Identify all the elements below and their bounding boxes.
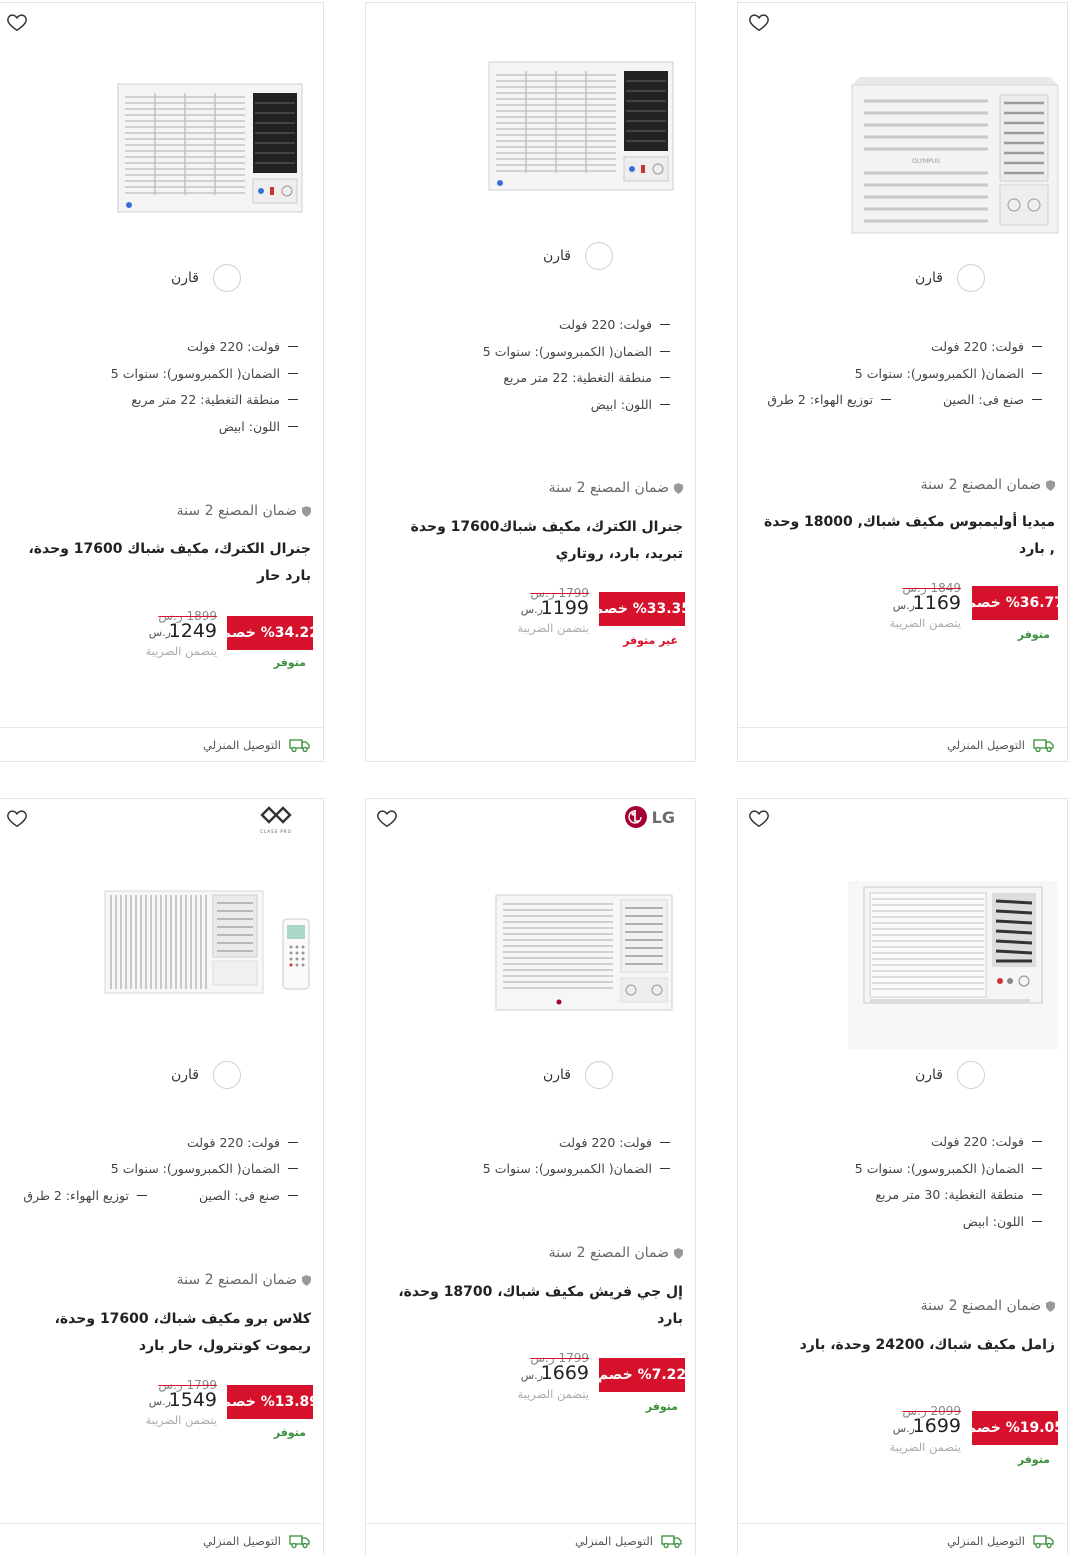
delivery-label: التوصيل المنزلي xyxy=(203,738,281,752)
stock-status: متوفر xyxy=(273,1426,306,1439)
spec-list: فولت: 220 فولت الضمان( الكمبروسور): سنوا… xyxy=(364,3,695,423)
warranty-info: ضمان المصنع 2 سنة xyxy=(921,477,1055,493)
delivery-bar: التوصيل المنزلي xyxy=(0,727,323,761)
spec-list: فولت: 220 فولت الضمان( الكمبروسور): سنوا… xyxy=(364,799,695,1189)
product-card[interactable]: CLASS PRO قارن فولت: 220 فولت الضمان(ال… xyxy=(0,798,324,1555)
truck-icon xyxy=(1033,739,1054,753)
warranty-info: ضمان المصنع 2 سنة xyxy=(549,1245,683,1261)
discount-badge: %13.89 خصم xyxy=(221,1385,319,1419)
discount-badge: %36.77 خصم xyxy=(966,586,1064,620)
spec-item: الضمان( الكمبروسور): سنوات 5 xyxy=(483,1161,670,1176)
spec-item: منطقة التغطية: 22 متر مربع xyxy=(503,370,670,385)
delivery-bar: التوصيل المنزلي xyxy=(738,727,1067,761)
currency-label: ر.س xyxy=(520,1369,543,1382)
spec-list: فولت: 220 فولت الضمان( الكمبروسور): سنوا… xyxy=(736,799,1067,1239)
spec-item: صنع فى: الصين xyxy=(943,392,1042,407)
stock-status: متوفر xyxy=(1017,1453,1050,1466)
current-price: 1169 xyxy=(912,592,961,614)
delivery-bar: التوصيل المنزلي xyxy=(738,1523,1067,1555)
spec-item: منطقة التغطية: 30 متر مربع xyxy=(875,1187,1042,1202)
currency-label: ر.س xyxy=(892,1422,915,1435)
tax-note: يتضمن الضريبة xyxy=(889,1440,961,1454)
currency-label: ر.س xyxy=(520,603,543,616)
product-card[interactable]: قارن فولت: 220 فولت الضمان( الكمبروسور):… xyxy=(365,2,696,762)
currency-label: ر.س xyxy=(148,626,171,639)
current-price: 1199 xyxy=(540,597,589,619)
shield-icon xyxy=(674,482,683,494)
spec-item: الضمان( الكمبروسور): سنوات 5 xyxy=(855,366,1042,381)
tax-note: يتضمن الضريبة xyxy=(889,616,961,630)
delivery-label: التوصيل المنزلي xyxy=(575,1534,653,1548)
spec-item: صنع فى: الصين xyxy=(199,1188,298,1203)
product-title[interactable]: جنرال الكترك، مكيف شباك 17600 وحدة، بارد… xyxy=(11,536,311,590)
warranty-info: ضمان المصنع 2 سنة xyxy=(177,503,311,519)
shield-icon xyxy=(302,505,311,517)
spec-item: فولت: 220 فولت xyxy=(559,317,670,332)
shield-icon xyxy=(1046,479,1055,491)
product-title[interactable]: كلاس برو مكيف شباك، 17600 وحدة، ريموت كو… xyxy=(11,1306,311,1360)
warranty-info: ضمان المصنع 2 سنة xyxy=(549,480,683,496)
product-card[interactable]: LG قارن فولت: 220 فولت الضمان(الكمبروسو… xyxy=(365,798,696,1555)
tax-note: يتضمن الضريبة xyxy=(145,644,217,658)
product-title[interactable]: جنرال الكترك، مكيف شباك17600 وحدة تبريد،… xyxy=(383,514,683,568)
delivery-label: التوصيل المنزلي xyxy=(947,738,1025,752)
spec-list: فولت: 220 فولت الضمان( الكمبروسور): سنوا… xyxy=(0,3,323,443)
currency-label: ر.س xyxy=(892,599,915,612)
spec-item: فولت: 220 فولت xyxy=(187,1135,298,1150)
spec-item: فولت: 220 فولت xyxy=(931,1134,1042,1149)
current-price: 1669 xyxy=(540,1362,589,1384)
warranty-info: ضمان المصنع 2 سنة xyxy=(921,1298,1055,1314)
spec-item: اللون: ابيض xyxy=(219,419,298,434)
spec-item: الضمان( الكمبروسور): سنوات 5 xyxy=(111,1161,298,1176)
product-title[interactable]: ميديا أوليمبوس مكيف شباك, 18000 وحدة , ب… xyxy=(755,509,1055,563)
delivery-bar: التوصيل المنزلي xyxy=(366,1523,695,1555)
spec-item: الضمان( الكمبروسور): سنوات 5 xyxy=(483,344,670,359)
delivery-label: التوصيل المنزلي xyxy=(203,1534,281,1548)
truck-icon xyxy=(661,1535,682,1549)
spec-item: فولت: 220 فولت xyxy=(559,1135,670,1150)
discount-badge: %33.35 خصم xyxy=(593,592,691,626)
product-title[interactable]: إل جي فريش مكيف شباك، 18700 وحدة، بارد xyxy=(383,1279,683,1333)
spec-item: اللون: ابيض xyxy=(591,397,670,412)
tax-note: يتضمن الضريبة xyxy=(517,621,589,635)
discount-badge: %7.22 خصم xyxy=(598,1358,686,1392)
truck-icon xyxy=(289,739,310,753)
tax-note: يتضمن الضريبة xyxy=(145,1413,217,1427)
warranty-info: ضمان المصنع 2 سنة xyxy=(177,1272,311,1288)
product-card[interactable]: OLYMPUS قارن فولت: 220 فولت الضمان( الكم… xyxy=(737,2,1068,762)
discount-badge: %34.22 خصم xyxy=(221,616,319,650)
truck-icon xyxy=(1033,1535,1054,1549)
tax-note: يتضمن الضريبة xyxy=(517,1387,589,1401)
shield-icon xyxy=(1046,1300,1055,1312)
current-price: 1249 xyxy=(168,620,217,642)
spec-item: الضمان( الكمبروسور): سنوات 5 xyxy=(111,366,298,381)
discount-badge: %19.05 خصم xyxy=(966,1411,1064,1445)
spec-list: فولت: 220 فولت الضمان( الكمبروسور): سنوا… xyxy=(736,3,1067,443)
current-price: 1699 xyxy=(912,1415,961,1437)
spec-list: فولت: 220 فولت الضمان( الكمبروسور): سنوا… xyxy=(0,799,323,1219)
spec-item: توزيع الهواء: 2 طرق xyxy=(23,1188,147,1203)
product-card[interactable]: قارن فولت: 220 فولت الضمان( الكمبروسور):… xyxy=(737,798,1068,1555)
currency-label: ر.س xyxy=(148,1395,171,1408)
product-title[interactable]: زامل مكيف شباك، 24200 وحدة، بارد xyxy=(755,1332,1055,1359)
stock-status: متوفر xyxy=(273,656,306,669)
truck-icon xyxy=(289,1535,310,1549)
current-price: 1549 xyxy=(168,1389,217,1411)
shield-icon xyxy=(674,1247,683,1259)
spec-item: اللون: ابيض xyxy=(963,1214,1042,1229)
stock-status: متوفر xyxy=(1017,628,1050,641)
spec-item: الضمان( الكمبروسور): سنوات 5 xyxy=(855,1161,1042,1176)
spec-item: فولت: 220 فولت xyxy=(931,339,1042,354)
stock-status: متوفر xyxy=(645,1400,678,1413)
shield-icon xyxy=(302,1274,311,1286)
spec-item: فولت: 220 فولت xyxy=(187,339,298,354)
delivery-label: التوصيل المنزلي xyxy=(947,1534,1025,1548)
delivery-bar: التوصيل المنزلي xyxy=(0,1523,323,1555)
spec-item: منطقة التغطية: 22 متر مربع xyxy=(131,392,298,407)
stock-status: غير متوفر xyxy=(623,634,678,647)
product-card[interactable]: قارن فولت: 220 فولت الضمان( الكمبروسور):… xyxy=(0,2,324,762)
spec-item: توزيع الهواء: 2 طرق xyxy=(767,392,891,407)
